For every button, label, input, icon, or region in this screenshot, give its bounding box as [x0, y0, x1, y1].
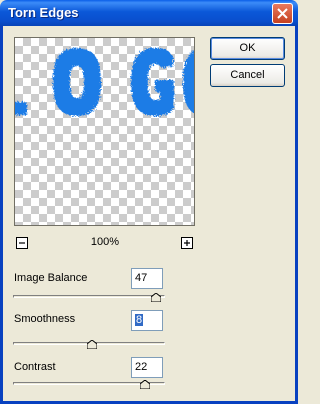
cancel-button[interactable]: Cancel: [210, 64, 285, 87]
smoothness-slider-thumb[interactable]: [87, 340, 98, 349]
zoom-in-button[interactable]: [181, 237, 193, 249]
preview-letter-o-2: [183, 50, 194, 114]
image-balance-slider-thumb[interactable]: [150, 293, 161, 302]
image-balance-label: Image Balance: [14, 272, 88, 284]
contrast-input[interactable]: 22: [131, 357, 163, 378]
window-title: Torn Edges: [8, 5, 79, 20]
zoom-out-button[interactable]: [16, 237, 28, 249]
close-icon: [277, 8, 288, 19]
image-balance-value: 47: [135, 272, 148, 284]
plus-icon: [184, 240, 190, 246]
close-button[interactable]: [272, 3, 293, 24]
smoothness-input[interactable]: 8: [131, 310, 163, 331]
contrast-slider-thumb[interactable]: [140, 380, 151, 389]
preview-letter-l: [15, 102, 27, 115]
preview-pane[interactable]: [14, 37, 195, 226]
ok-button[interactable]: OK: [210, 37, 285, 60]
image-balance-slider-track[interactable]: [13, 295, 165, 298]
contrast-label: Contrast: [14, 361, 56, 373]
image-balance-input[interactable]: 47: [131, 268, 163, 289]
preview-letter-g: [131, 48, 174, 116]
preview-image: [15, 48, 194, 116]
preview-letter-o: [53, 48, 101, 116]
minus-icon: [19, 242, 25, 244]
smoothness-value: 8: [135, 314, 144, 326]
smoothness-label: Smoothness: [14, 313, 76, 325]
titlebar: Torn Edges: [0, 0, 298, 26]
contrast-value: 22: [135, 361, 148, 373]
zoom-level: 100%: [90, 236, 120, 248]
